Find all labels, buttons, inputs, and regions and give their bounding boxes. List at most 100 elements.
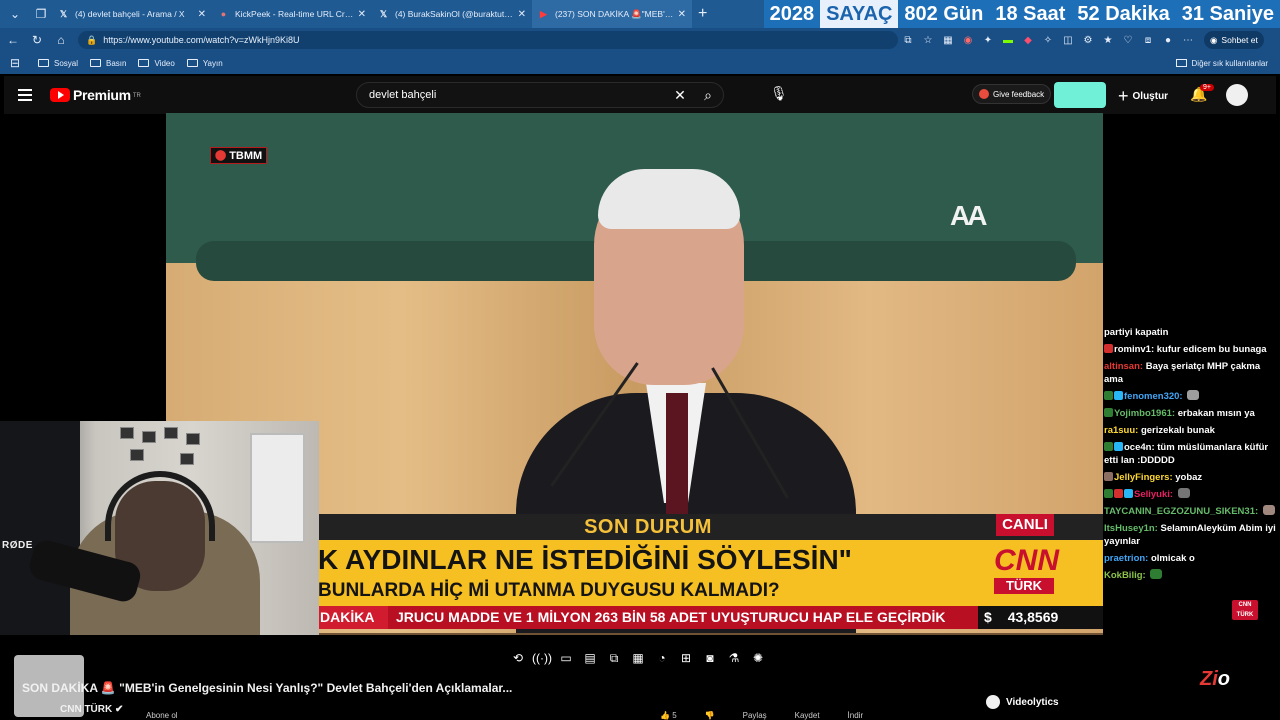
browser-tab-0[interactable]: 𝕏 (4) devlet bahçeli - Arama / X ✕ — [52, 0, 212, 28]
kickpeek-icon: ● — [220, 9, 227, 19]
chat-text: gerizekalı bunak — [1140, 425, 1215, 436]
copilot-button[interactable]: ◉ Sohbet et — [1204, 31, 1264, 49]
back-icon[interactable]: ← — [2, 30, 24, 50]
counter-label: SAYAÇ — [820, 0, 899, 28]
cnn-turk-mini-logo: CNN TÜRK — [1232, 600, 1258, 620]
microphone-icon[interactable]: 🎙 — [770, 85, 788, 102]
extension-widget[interactable] — [1054, 82, 1106, 108]
dislike-icon[interactable]: 👎 — [705, 711, 715, 720]
folder-icon — [38, 59, 49, 67]
account-avatar[interactable] — [1226, 84, 1248, 106]
tab-actions-icon[interactable]: ⌄ — [4, 3, 26, 25]
collections-icon[interactable]: ⚙ — [1078, 31, 1098, 49]
like-count: 5 — [672, 711, 677, 720]
reading-list-icon[interactable]: ⊟ — [4, 53, 26, 73]
other-favorites[interactable]: Diğer sık kullanılanlar — [1175, 52, 1268, 74]
chat-text: erbakan mısın ya — [1177, 408, 1255, 419]
browser-tab-1[interactable]: ● KickPeek - Real-time URL Crawler ✕ — [212, 0, 372, 28]
chat-username[interactable]: oce4n: — [1124, 442, 1155, 453]
search-input[interactable] — [369, 89, 667, 101]
split-view-icon[interactable]: ◫ — [1058, 31, 1078, 49]
chat-username[interactable]: Yojimbo1961: — [1114, 408, 1175, 419]
refresh-icon[interactable]: ↻ — [26, 30, 48, 50]
chat-badge-icon — [1114, 391, 1123, 400]
puzzle-icon[interactable]: ✧ — [1038, 31, 1058, 49]
translate-icon[interactable]: ⧉ — [898, 31, 918, 49]
chat-username[interactable]: KokBilig: — [1104, 570, 1146, 581]
chat-username[interactable]: fenomen320: — [1124, 391, 1183, 402]
youtube-logo[interactable]: Premium TR — [50, 87, 141, 103]
like-icon: 👍 — [660, 711, 670, 720]
aa-agency-logo: AA — [950, 200, 987, 231]
clear-search-icon[interactable]: ✕ — [667, 87, 693, 104]
heart-icon[interactable]: ♡ — [1118, 31, 1138, 49]
miniplayer-icon[interactable]: ⧉ — [602, 649, 626, 667]
loop-icon[interactable]: ⟲ — [506, 649, 530, 667]
search-icon[interactable]: ⌕ — [693, 87, 723, 104]
lab-icon[interactable]: ⚗ — [722, 649, 746, 667]
workspaces-icon[interactable]: ❐ — [30, 3, 52, 25]
bookmark-folder[interactable]: Video — [138, 59, 175, 68]
chat-username[interactable]: praetrion: — [1104, 553, 1148, 564]
chat-username[interactable]: TAYCANIN_EGZOZUNU_SIKEN31: — [1104, 506, 1258, 517]
screenshot-icon[interactable]: ⧈ — [1138, 31, 1158, 49]
counter-days: 802 Gün — [898, 0, 990, 28]
countdown-overlay: 2028 SAYAÇ 802 Gün 18 Saat 52 Dakika 31 … — [763, 0, 1280, 28]
like-button[interactable]: 👍 5 — [660, 711, 677, 720]
speed-icon[interactable]: ◔ — [650, 649, 674, 667]
videolytics-button[interactable]: Videolytics — [986, 693, 1059, 711]
home-icon[interactable]: ⌂ — [50, 30, 72, 50]
hamburger-menu-icon[interactable] — [18, 85, 38, 105]
new-tab-button[interactable]: + — [698, 5, 707, 23]
chat-badge-icon — [1104, 344, 1113, 353]
bookmark-folder[interactable]: Yayın — [186, 59, 223, 68]
lock-icon: 🔒 — [86, 34, 98, 45]
chat-message: partiyi kapatin — [1104, 326, 1276, 339]
picture-frame — [186, 433, 200, 445]
close-icon[interactable]: ✕ — [198, 9, 206, 20]
profile-avatar[interactable]: ● — [1158, 31, 1178, 49]
theater-icon[interactable]: ▦ — [626, 649, 650, 667]
download-button[interactable]: İndir — [848, 711, 864, 720]
chat-username[interactable]: Seliyuki: — [1134, 489, 1173, 500]
notification-badge: 9+ — [1200, 84, 1214, 91]
favorite-icon[interactable]: ☆ — [918, 31, 938, 49]
extension-icon[interactable]: ▬ — [998, 31, 1018, 49]
close-icon[interactable]: ✕ — [358, 9, 366, 20]
extension-icon[interactable]: ◉ — [958, 31, 978, 49]
copilot-icon: ◉ — [1210, 34, 1218, 45]
close-icon[interactable]: ✕ — [678, 9, 686, 20]
subtitles-icon[interactable]: ▭ — [554, 649, 578, 667]
clapperboard-icon[interactable]: ▤ — [578, 649, 602, 667]
create-button[interactable]: + Oluştur — [1118, 86, 1168, 107]
bookmark-folder[interactable]: Basın — [90, 59, 126, 68]
chat-username[interactable]: rominv1: — [1114, 344, 1154, 355]
broadcast-icon[interactable]: ((·)) — [530, 649, 554, 667]
more-icon[interactable]: ⋯ — [1178, 31, 1198, 49]
logo-brand-text: Premium — [73, 87, 131, 103]
save-button[interactable]: Kaydet — [795, 711, 820, 720]
share-button[interactable]: Paylaş — [743, 711, 767, 720]
browser-tab-3[interactable]: ▶ (237) SON DAKİKA 🚨"MEB'in Gen ✕ — [532, 0, 692, 28]
ticker-text: JRUCU MADDE VE 1 MİLYON 263 BİN 58 ADET … — [396, 609, 946, 625]
chat-username[interactable]: ItsHusey1n: — [1104, 523, 1158, 534]
browser-tab-2[interactable]: 𝕏 (4) BurakSakinOl (@buraktut_) / X ✕ — [372, 0, 532, 28]
extension-icon[interactable]: ▦ — [938, 31, 958, 49]
address-bar[interactable]: 🔒 https://www.youtube.com/watch?v=zWkHjn… — [78, 31, 898, 49]
settings-gear-icon[interactable]: ✺ — [746, 649, 770, 667]
picture-frame — [130, 449, 144, 461]
close-icon[interactable]: ✕ — [518, 9, 526, 20]
give-feedback-button[interactable]: Give feedback — [972, 84, 1052, 104]
bookmark-folder[interactable]: Sosyal — [38, 59, 78, 68]
subscribe-button[interactable]: Abone ol — [146, 711, 178, 720]
add-icon[interactable]: ⊞ — [674, 649, 698, 667]
chat-username[interactable]: JellyFingers: — [1114, 472, 1173, 483]
chat-username[interactable]: ra1suu: — [1104, 425, 1138, 436]
chat-username[interactable]: altinsan: — [1104, 361, 1143, 372]
extension-icon[interactable]: ✦ — [978, 31, 998, 49]
chat-badge-icon — [1124, 489, 1133, 498]
extension-icon[interactable]: ◆ — [1018, 31, 1038, 49]
channel-name[interactable]: CNN TÜRK ✔ — [60, 704, 123, 715]
favorites-bar-icon[interactable]: ★ — [1098, 31, 1118, 49]
camera-icon[interactable]: ◙ — [698, 649, 722, 667]
